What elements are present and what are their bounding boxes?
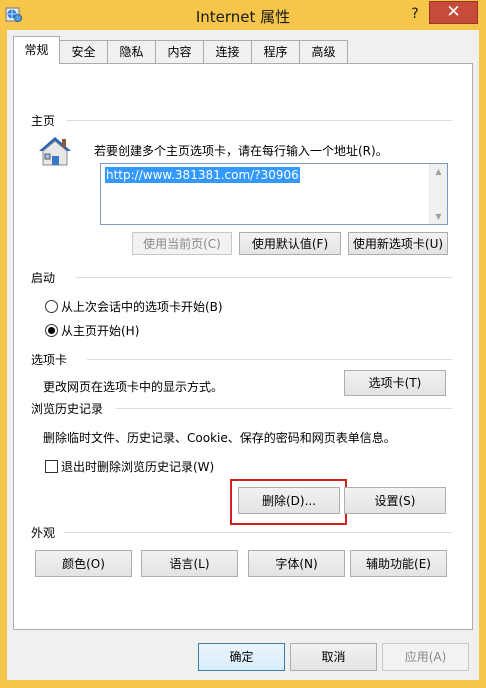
startup-divider [76, 277, 452, 278]
history-divider [116, 408, 452, 409]
general-tab-panel: 主页 若要创建多个主页选项卡，请在每行输入一个地址(R)。 http://www… [13, 63, 473, 630]
apply-button[interactable]: 应用(A) [382, 643, 469, 671]
radio-selected-dot [48, 327, 55, 334]
title-bar: Internet 属性 ? ✕ [0, 0, 486, 30]
tabs-settings-button[interactable]: 选项卡(T) [344, 370, 446, 396]
delete-history-on-exit-label[interactable]: 退出时删除浏览历史记录(W) [61, 458, 214, 475]
cancel-button[interactable]: 取消 [290, 643, 377, 671]
startup-option-last-session-label[interactable]: 从上次会话中的选项卡开始(B) [61, 298, 223, 315]
startup-option-last-session-radio[interactable] [45, 300, 58, 313]
tab-content[interactable]: 内容 [155, 40, 204, 63]
use-default-button[interactable]: 使用默认值(F) [239, 232, 341, 255]
close-button[interactable]: ✕ [429, 1, 478, 24]
use-new-tab-button[interactable]: 使用新选项卡(U) [348, 232, 448, 255]
startup-option-homepage-radio[interactable] [45, 324, 58, 337]
appearance-divider [64, 532, 452, 533]
homepage-url-input[interactable]: http://www.381381.com/?30906 ▲ ▼ [100, 163, 448, 225]
tabs-section-title: 选项卡 [31, 353, 68, 367]
fonts-button[interactable]: 字体(N) [248, 550, 345, 577]
startup-option-homepage-label[interactable]: 从主页开始(H) [61, 322, 139, 339]
colors-button[interactable]: 颜色(O) [35, 550, 132, 577]
homepage-divider [67, 120, 452, 121]
tab-strip: 常规 安全 隐私 内容 连接 程序 高级 [7, 36, 479, 64]
tab-programs[interactable]: 程序 [251, 40, 300, 63]
tab-advanced[interactable]: 高级 [299, 40, 348, 63]
tab-connections[interactable]: 连接 [203, 40, 252, 63]
tab-security[interactable]: 安全 [59, 40, 108, 63]
languages-button[interactable]: 语言(L) [141, 550, 238, 577]
history-section-title: 浏览历史记录 [31, 402, 104, 416]
homepage-instruction: 若要创建多个主页选项卡，请在每行输入一个地址(R)。 [94, 144, 388, 158]
scroll-down-icon[interactable]: ▼ [430, 212, 447, 221]
homepage-url-text: http://www.381381.com/?30906 [105, 167, 300, 183]
url-scrollbar[interactable]: ▲ ▼ [429, 164, 447, 224]
history-description: 删除临时文件、历史记录、Cookie、保存的密码和网页表单信息。 [43, 431, 396, 445]
startup-section-title: 启动 [31, 271, 56, 285]
tab-privacy[interactable]: 隐私 [107, 40, 156, 63]
tabs-divider [87, 359, 452, 360]
ok-button[interactable]: 确定 [198, 643, 285, 671]
history-settings-button[interactable]: 设置(S) [344, 487, 446, 514]
home-icon [37, 134, 73, 171]
appearance-section-title: 外观 [31, 526, 56, 540]
delete-history-on-exit-checkbox[interactable] [45, 460, 58, 473]
delete-history-button[interactable]: 删除(D)... [238, 487, 340, 514]
use-current-page-button[interactable]: 使用当前页(C) [132, 232, 232, 255]
dialog-body: 常规 安全 隐私 内容 连接 程序 高级 主页 若要创建多个主页选项卡，请在每行… [7, 30, 479, 680]
tabs-description: 更改网页在选项卡中的显示方式。 [43, 380, 224, 394]
help-button[interactable]: ? [404, 6, 426, 26]
scroll-up-icon[interactable]: ▲ [430, 167, 447, 176]
tab-general[interactable]: 常规 [13, 36, 60, 64]
homepage-section-title: 主页 [31, 114, 56, 128]
accessibility-button[interactable]: 辅助功能(E) [350, 550, 447, 577]
